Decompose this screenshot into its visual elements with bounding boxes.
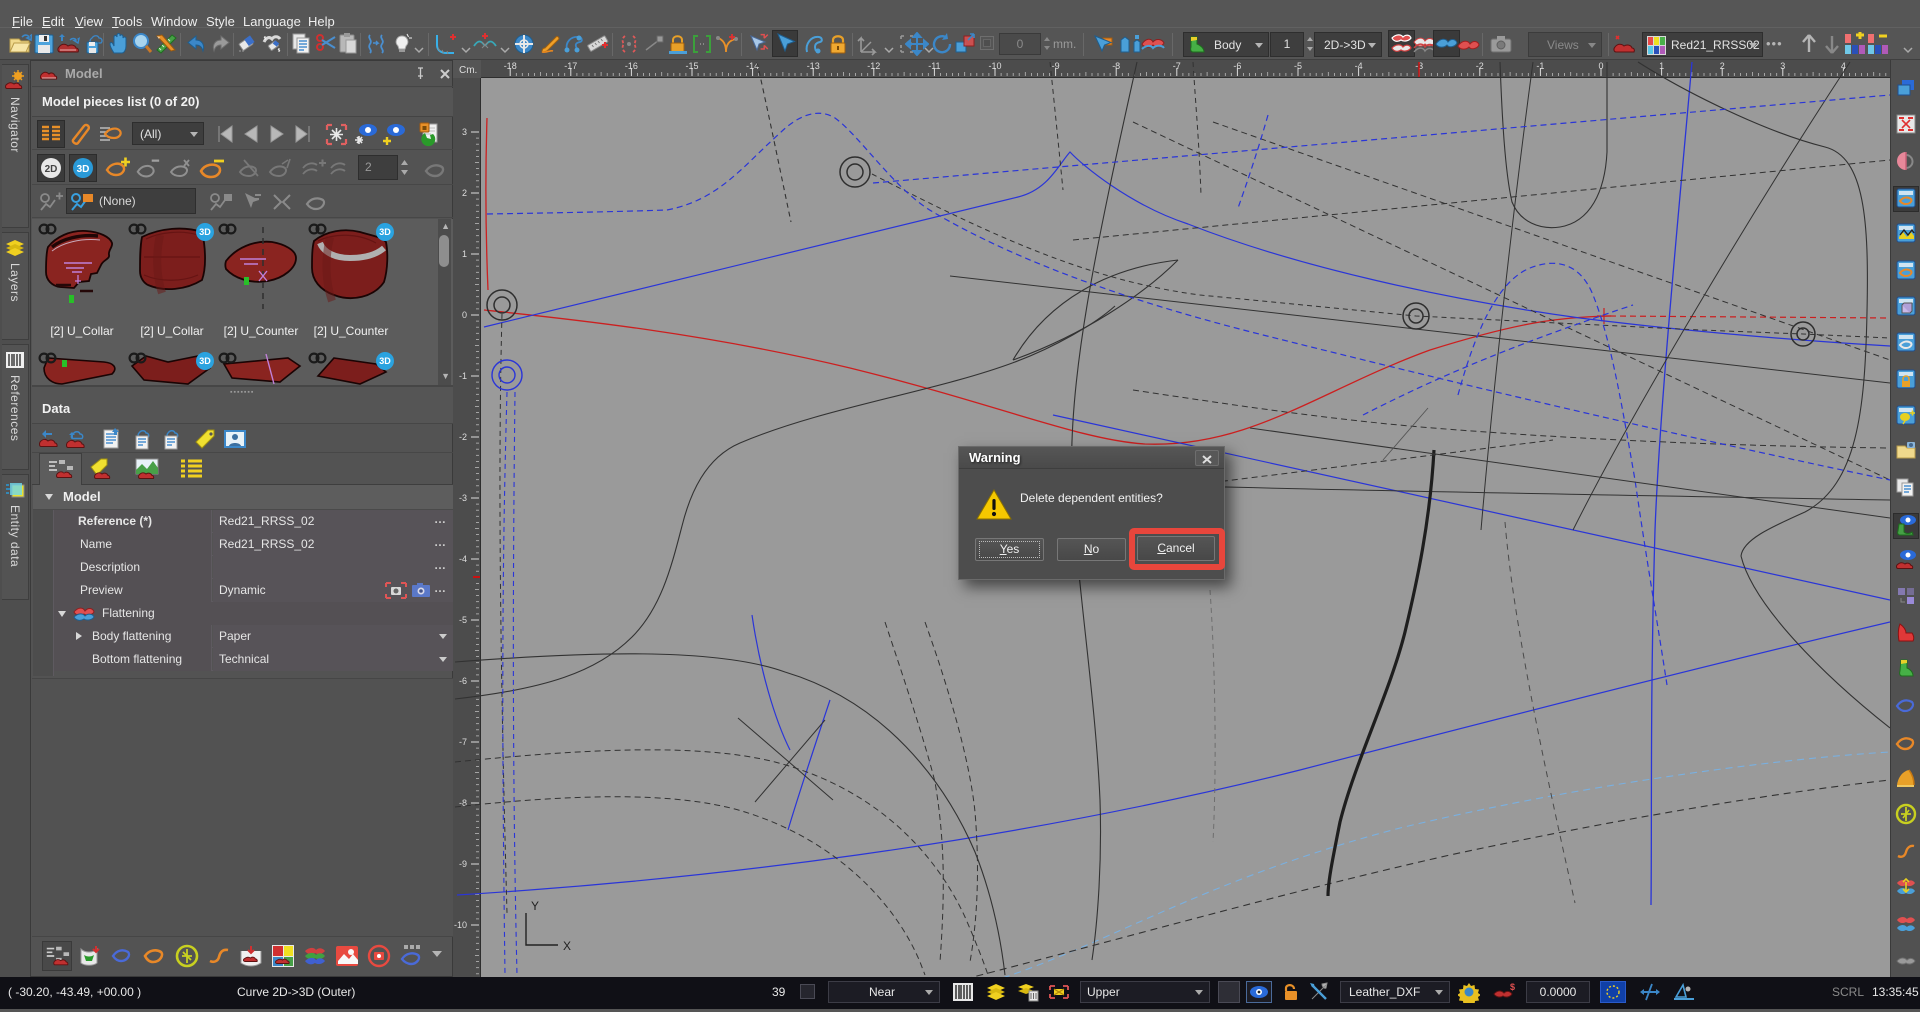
svg-text:-15: -15 (685, 61, 698, 71)
svg-text:1: 1 (462, 249, 467, 259)
svg-text:-13: -13 (807, 61, 820, 71)
svg-text:-17: -17 (564, 61, 577, 71)
svg-text:-11: -11 (928, 61, 940, 71)
svg-text:X: X (563, 939, 571, 953)
svg-text:-9: -9 (1052, 61, 1060, 71)
svg-text:Cm.: Cm. (459, 65, 477, 76)
svg-text:-10: -10 (988, 61, 1001, 71)
svg-text:0: 0 (462, 310, 467, 320)
svg-text:0: 0 (1598, 61, 1603, 71)
svg-text:-10: -10 (454, 920, 467, 930)
svg-text:-4: -4 (1355, 61, 1363, 71)
svg-text:-9: -9 (459, 859, 467, 869)
svg-text:1: 1 (1659, 61, 1664, 71)
svg-text:2: 2 (462, 188, 467, 198)
svg-text:2: 2 (1720, 61, 1725, 71)
svg-text:2D: 2D (45, 164, 58, 175)
svg-text:-18: -18 (504, 61, 517, 71)
svg-text:-5: -5 (1294, 61, 1302, 71)
svg-text:-6: -6 (1233, 61, 1241, 71)
svg-text:-2: -2 (1476, 61, 1484, 71)
svg-text:-1: -1 (459, 371, 467, 381)
svg-text:-1: -1 (1536, 61, 1544, 71)
svg-text:-16: -16 (625, 61, 638, 71)
svg-text:3: 3 (1780, 61, 1785, 71)
svg-text:-12: -12 (867, 61, 880, 71)
svg-text:-5: -5 (459, 615, 467, 625)
svg-text:3D: 3D (77, 164, 90, 175)
svg-text:-8: -8 (1112, 61, 1120, 71)
svg-text:-3: -3 (459, 493, 467, 503)
svg-text:-6: -6 (459, 676, 467, 686)
svg-text:-4: -4 (459, 554, 467, 564)
svg-text:-2: -2 (459, 432, 467, 442)
svg-text:Y: Y (531, 899, 539, 913)
svg-text:3: 3 (462, 127, 467, 137)
svg-text:$: $ (1510, 982, 1515, 992)
svg-text:-7: -7 (1173, 61, 1181, 71)
svg-text:-7: -7 (459, 737, 467, 747)
